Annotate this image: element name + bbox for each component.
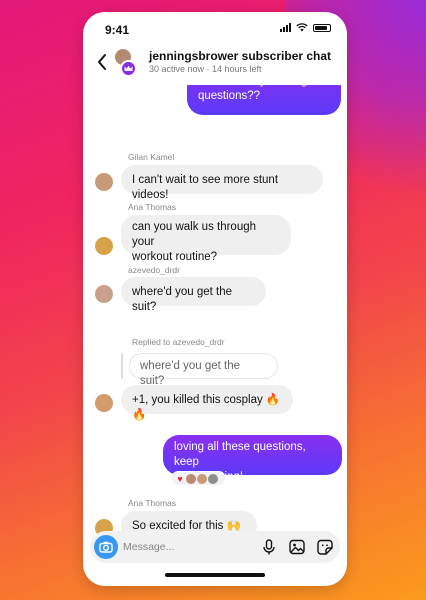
received-message[interactable]: can you walk us through your workout rou… <box>121 215 291 263</box>
message-text-line: loving all these questions, keep <box>174 441 306 468</box>
sent-message[interactable]: loving all these questions, keep them co… <box>163 435 342 483</box>
reply-bar <box>121 353 123 379</box>
status-bar: 9:41 <box>83 12 347 40</box>
microphone-icon[interactable] <box>260 538 278 556</box>
sender-name: azevedo_drdr <box>128 265 180 275</box>
reaction-avatar <box>197 473 207 484</box>
reactions-bar[interactable]: ♥ <box>171 471 226 486</box>
message-text: where'd you get the suit? <box>132 286 233 313</box>
message-input[interactable] <box>123 539 233 555</box>
avatar[interactable] <box>95 394 113 412</box>
message-composer <box>90 531 340 563</box>
chat-subtitle: 30 active now · 14 hours left <box>149 64 262 74</box>
phone-screen: 9:41 jenningsbrower subscriber chat 30 a… <box>83 12 347 586</box>
message-text-line: workout routine? <box>132 251 218 263</box>
back-chevron-icon[interactable] <box>95 52 109 72</box>
image-icon[interactable] <box>288 538 306 556</box>
group-avatar[interactable] <box>115 49 141 77</box>
message-text-line: can you walk us through your <box>132 221 257 248</box>
quoted-message[interactable]: where'd you get the suit? <box>129 353 278 387</box>
sticker-icon[interactable] <box>316 538 334 556</box>
home-indicator <box>165 573 265 577</box>
sender-name: Ana Thomas <box>128 498 177 508</box>
sender-name: Gilan Kamel <box>128 152 175 162</box>
message-text: I can't wait to see more stunt videos! <box>132 174 279 201</box>
reply-label: Replied to azevedo_drdr <box>132 337 225 347</box>
camera-button[interactable] <box>94 535 118 559</box>
reaction-avatar <box>186 473 196 484</box>
avatar[interactable] <box>95 173 113 191</box>
signal-icon <box>280 23 291 32</box>
wifi-icon <box>296 23 308 32</box>
chat-header: jenningsbrower subscriber chat 30 active… <box>83 45 347 85</box>
reaction-avatar <box>208 473 218 484</box>
avatar[interactable] <box>95 285 113 303</box>
quoted-text: where'd you get the suit? <box>140 360 241 387</box>
crown-badge <box>120 60 137 77</box>
camera-icon <box>99 541 113 553</box>
battery-icon <box>313 23 331 32</box>
received-message[interactable]: +1, you killed this cosplay 🔥🔥 <box>121 385 293 421</box>
heart-reaction-icon: ♥ <box>177 473 183 484</box>
message-text: +1, you killed this cosplay 🔥🔥 <box>132 394 281 421</box>
received-message[interactable]: where'd you get the suit? <box>121 277 266 313</box>
status-icons <box>280 23 331 32</box>
crown-icon <box>124 65 133 71</box>
chat-title[interactable]: jenningsbrower subscriber chat <box>149 49 331 63</box>
avatar[interactable] <box>95 237 113 255</box>
sender-name: Ana Thomas <box>128 202 177 212</box>
message-list[interactable]: next live. Any burning questions?? Gilan… <box>83 64 347 547</box>
received-message[interactable]: I can't wait to see more stunt videos! <box>121 165 323 201</box>
status-time: 9:41 <box>105 23 130 37</box>
message-text-line: questions?? <box>198 90 261 102</box>
